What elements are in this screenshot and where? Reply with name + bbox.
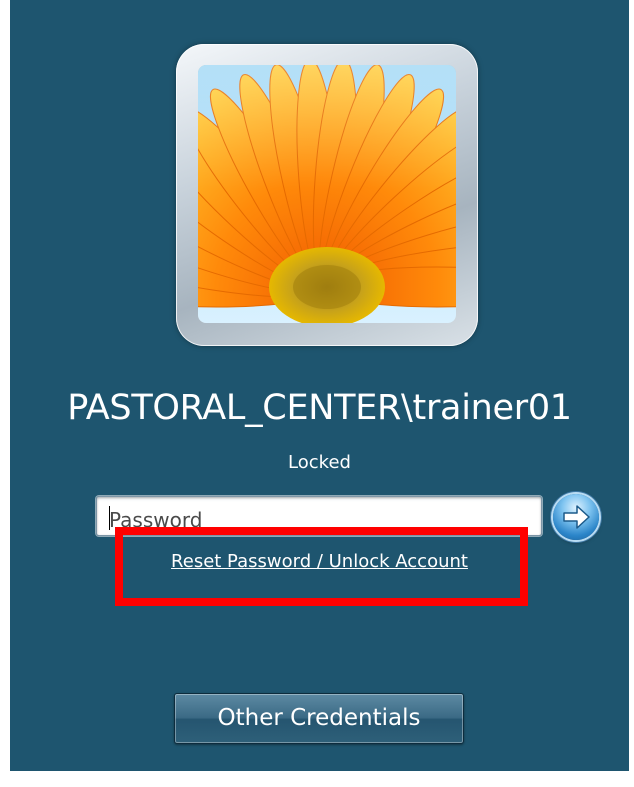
logon-screen: PASTORAL_CENTER\trainer01 Locked Reset P… [10,0,629,771]
user-picture [198,65,456,323]
text-caret [109,506,110,530]
account-name: PASTORAL_CENTER\trainer01 [67,388,572,428]
account-status: Locked [288,452,351,473]
password-input[interactable] [97,497,541,535]
other-credentials-button[interactable]: Other Credentials [174,693,464,744]
submit-button[interactable] [553,494,599,540]
flower-image [198,65,456,323]
arrow-right-icon [563,505,590,529]
password-field[interactable] [96,496,542,536]
reset-password-link[interactable]: Reset Password / Unlock Account [10,551,629,572]
user-tile-frame [176,44,478,346]
